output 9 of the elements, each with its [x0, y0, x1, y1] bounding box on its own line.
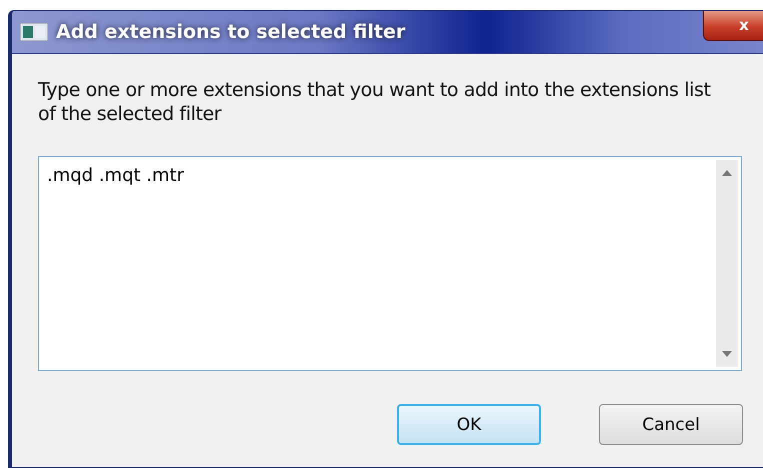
ok-button[interactable]: OK: [397, 404, 541, 445]
app-icon: [20, 23, 48, 41]
scroll-down-icon[interactable]: [722, 351, 732, 357]
instruction-text: Type one or more extensions that you want to add into the extensions list of the selected filter: [38, 78, 712, 126]
scroll-up-icon[interactable]: [722, 170, 732, 176]
cancel-button[interactable]: Cancel: [599, 404, 743, 445]
scrollbar[interactable]: [716, 160, 738, 367]
window-title: Add extensions to selected filter: [56, 21, 406, 43]
close-button[interactable]: x: [703, 11, 763, 41]
